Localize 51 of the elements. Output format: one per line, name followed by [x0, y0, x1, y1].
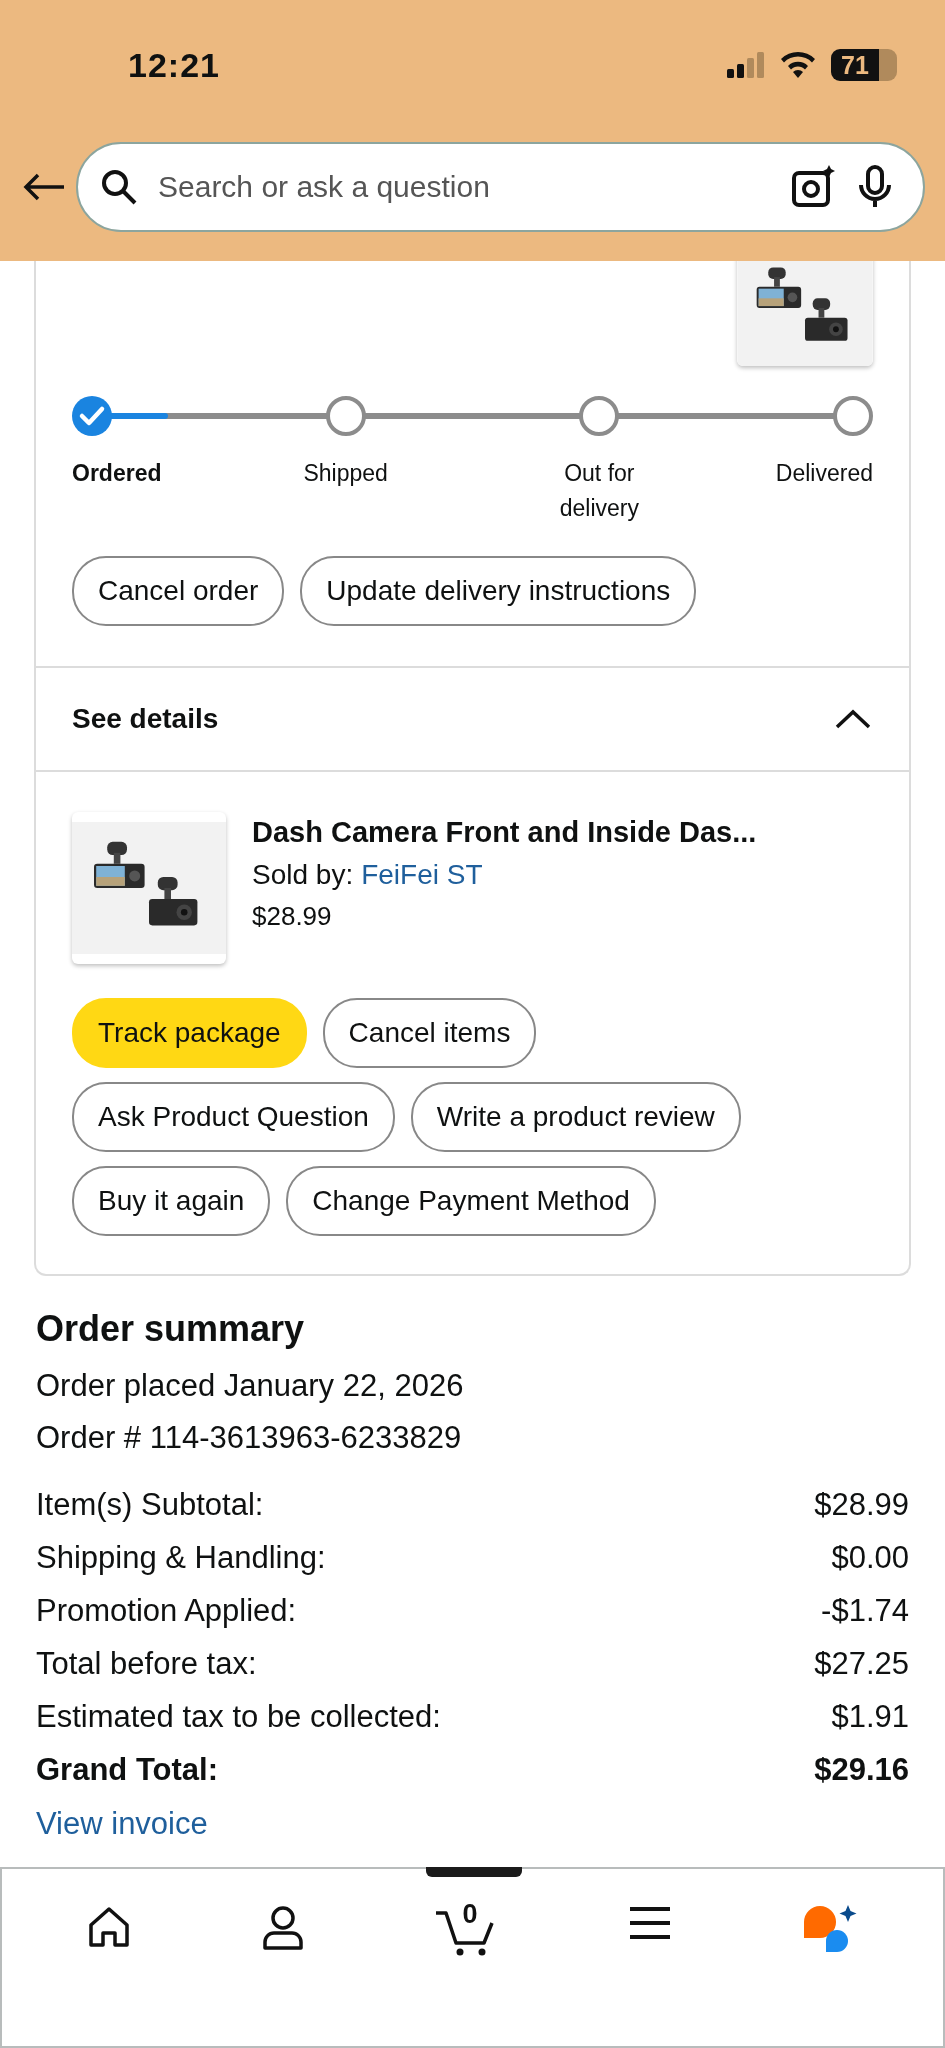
battery-level: 71	[831, 49, 879, 81]
action-button[interactable]: Buy it again	[72, 1166, 271, 1236]
person-icon[interactable]	[260, 1905, 305, 1951]
summary-label: Promotion Applied:	[36, 1592, 297, 1630]
action-button[interactable]: Change Payment Method	[286, 1166, 656, 1236]
summary-amount: $28.99	[814, 1486, 909, 1524]
summary-amount: -$1.74	[821, 1592, 909, 1630]
camera-icon[interactable]	[791, 164, 837, 210]
back-arrow-icon[interactable]	[22, 172, 66, 202]
order-date: Order placed January 22, 2026	[36, 1367, 465, 1405]
product-title[interactable]: Dash Camera Front and Inside Das...	[252, 816, 757, 849]
summary-amount: $1.91	[831, 1698, 909, 1736]
summary-label: Shipping & Handling:	[36, 1539, 326, 1577]
action-button[interactable]: Ask Product Question	[72, 1082, 395, 1152]
step-label: Delivered	[775, 459, 873, 488]
battery-remainder	[879, 49, 897, 81]
signal-icon	[727, 52, 765, 78]
summary-amount: $0.00	[831, 1539, 909, 1577]
product-price: $28.99	[252, 901, 333, 932]
search-field[interactable]: Search or ask a question	[156, 169, 773, 205]
action-button[interactable]: Cancel items	[322, 998, 537, 1068]
search-bar[interactable]: Search or ask a question	[76, 142, 925, 232]
summary-amount: $27.25	[814, 1645, 909, 1683]
invoice-link[interactable]: View invoice	[36, 1806, 208, 1842]
details-label: See details	[72, 703, 219, 735]
action-button[interactable]: Cancel order	[72, 556, 285, 626]
home-icon[interactable]	[86, 1905, 131, 1949]
assistant-icon[interactable]	[802, 1905, 859, 1955]
summary-label: Grand Total:	[36, 1751, 218, 1789]
action-button[interactable]: Track package	[72, 998, 307, 1068]
drag-handle[interactable]	[426, 1867, 522, 1877]
order-number: Order # 114-3613963-6233829	[36, 1419, 463, 1457]
step-label: Out for delivery	[558, 459, 640, 523]
wifi-icon	[779, 51, 817, 79]
summary-label: Item(s) Subtotal:	[36, 1486, 264, 1524]
details-toggle[interactable]: See details	[36, 666, 909, 772]
chevron-up-icon	[833, 707, 873, 731]
summary-label: Estimated tax to be collected:	[36, 1698, 441, 1736]
search-icon	[100, 168, 138, 206]
seller-label: Sold by:	[252, 859, 354, 891]
seller-link[interactable]: FeiFei ST	[361, 859, 483, 891]
summary-label: Total before tax:	[36, 1645, 257, 1683]
clock-time: 12:21	[128, 45, 220, 85]
action-button[interactable]: Update delivery instructions	[300, 556, 697, 626]
step-label: Shipped	[303, 459, 388, 488]
cart-button[interactable]: 0	[434, 1905, 499, 1957]
menu-icon[interactable]	[628, 1905, 673, 1941]
summary-amount: $29.16	[814, 1751, 909, 1789]
action-button[interactable]: Write a product review	[410, 1082, 741, 1152]
step-label: Ordered	[72, 459, 162, 488]
summary-title: Order summary	[36, 1308, 306, 1350]
